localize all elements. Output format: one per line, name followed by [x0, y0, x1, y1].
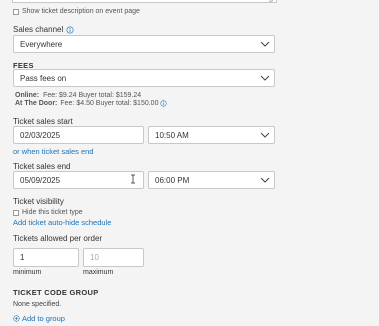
plus-circle-icon: [13, 315, 20, 322]
sales-channel-value: Everywhere: [20, 39, 63, 49]
info-icon[interactable]: [66, 25, 74, 34]
show-description-checkbox[interactable]: [13, 8, 19, 15]
fees-select[interactable]: Pass fees on: [13, 69, 275, 87]
sales-end-time-value: 06:00 PM: [155, 175, 190, 185]
sales-channel-select[interactable]: Everywhere: [13, 35, 275, 53]
text-cursor-icon: [131, 174, 135, 184]
visibility-label: Ticket visibility: [13, 197, 64, 206]
sales-end-time-select[interactable]: 06:00 PM: [148, 171, 275, 189]
sales-start-date-value: 02/03/2025: [20, 130, 61, 140]
sales-start-label: Ticket sales start: [13, 117, 73, 126]
fees-door-row: At The Door: Fee: $4.50 Buyer total: $15…: [15, 100, 168, 107]
allowed-label: Tickets allowed per order: [13, 234, 103, 243]
fees-value: Pass fees on: [20, 73, 67, 83]
sales-end-date-value: 05/09/2025: [20, 175, 61, 185]
minimum-label: minimum: [13, 269, 42, 276]
show-description-label: Show ticket description on event page: [22, 8, 140, 15]
maximum-label: maximum: [83, 269, 114, 276]
code-group-none: None specified.: [13, 301, 62, 308]
code-group-heading: TICKET CODE GROUP: [13, 288, 99, 297]
sales-start-time-select[interactable]: 10:50 AM: [148, 126, 275, 144]
show-description-row: Show ticket description on event page: [13, 8, 140, 15]
minimum-value: 1: [20, 253, 25, 262]
minimum-input[interactable]: 1: [13, 248, 79, 267]
sales-end-label: Ticket sales end: [13, 162, 71, 171]
sales-channel-label: Sales channel: [13, 25, 64, 34]
sales-end-date-input[interactable]: 05/09/2025: [13, 171, 144, 189]
chevron-down-icon: [260, 41, 270, 47]
maximum-placeholder: 10: [90, 253, 99, 262]
fees-door-label: At The Door:: [15, 100, 58, 107]
fees-online-text: Fee: $9.24 Buyer total: $159.24: [43, 92, 142, 99]
fees-online-label: Online:: [15, 92, 40, 99]
fees-door-text: Fee: $4.50 Buyer total: $150.00: [60, 100, 159, 107]
info-icon[interactable]: [160, 100, 168, 107]
sales-end-link[interactable]: or when ticket sales end: [13, 147, 93, 156]
chevron-down-icon: [260, 177, 270, 183]
auto-hide-schedule-link[interactable]: Add ticket auto-hide schedule: [13, 218, 111, 227]
resize-grip-icon[interactable]: [268, 0, 274, 3]
sales-start-time-value: 10:50 AM: [155, 130, 189, 140]
add-to-group-link[interactable]: Add to group: [13, 314, 65, 323]
sales-start-date-input[interactable]: 02/03/2025: [13, 126, 144, 144]
hide-ticket-row: Hide this ticket type: [13, 209, 83, 216]
fees-online-row: Online: Fee: $9.24 Buyer total: $159.24: [15, 92, 141, 99]
chevron-down-icon: [260, 132, 270, 138]
hide-ticket-checkbox[interactable]: [13, 209, 19, 216]
hide-ticket-label: Hide this ticket type: [22, 209, 83, 216]
description-textarea[interactable]: [12, 0, 277, 3]
add-to-group-label: Add to group: [22, 314, 65, 323]
maximum-input[interactable]: 10: [83, 248, 144, 267]
sales-channel-label-row: Sales channel: [13, 25, 74, 34]
chevron-down-icon: [260, 75, 270, 81]
